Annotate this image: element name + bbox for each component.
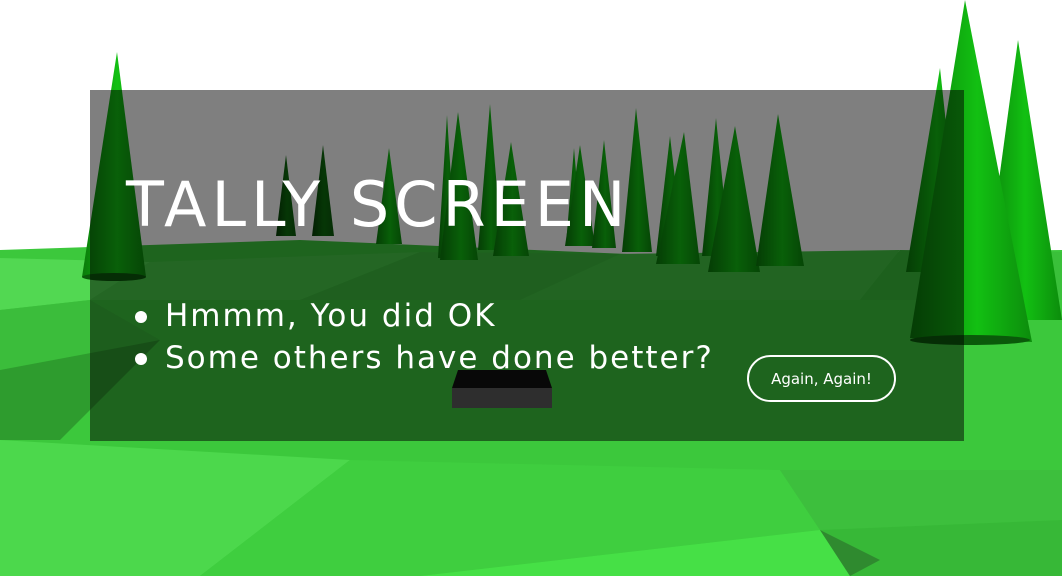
again-button[interactable]: Again, Again! [747, 355, 896, 402]
list-item: Some others have done better? [126, 337, 714, 379]
tally-panel: TALLY SCREEN Hmmm, You did OK Some other… [90, 90, 964, 441]
list-item: Hmmm, You did OK [126, 295, 714, 337]
result-text: Some others have done better? [165, 340, 714, 376]
game-viewport: TALLY SCREEN Hmmm, You did OK Some other… [0, 0, 1062, 576]
result-list: Hmmm, You did OK Some others have done b… [126, 295, 714, 379]
disc-bullet-icon [135, 353, 147, 365]
result-text: Hmmm, You did OK [165, 298, 497, 334]
disc-bullet-icon [135, 311, 147, 323]
page-title: TALLY SCREEN [126, 168, 631, 241]
